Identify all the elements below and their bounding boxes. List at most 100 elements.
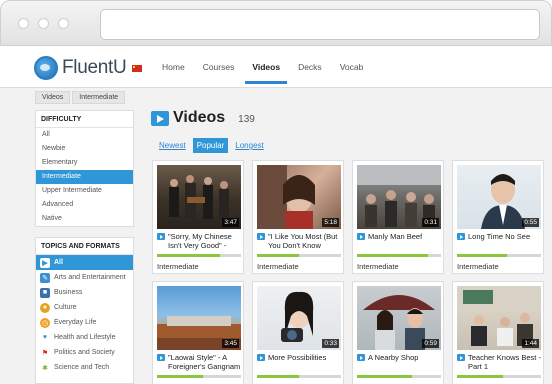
window-minimize-button[interactable] — [38, 18, 49, 29]
video-title[interactable]: A Nearby Shop — [368, 353, 418, 362]
globe-logo-icon — [34, 56, 58, 80]
topic-label: Business — [54, 289, 83, 296]
video-title[interactable]: More Possibilities — [268, 353, 326, 362]
difficulty-native[interactable]: Native — [36, 212, 133, 226]
topic-health[interactable]: ♥ Health and Lifestyle — [36, 330, 133, 345]
video-progress-fill — [357, 375, 412, 378]
video-duration: 5:18 — [322, 218, 339, 227]
difficulty-intermediate[interactable]: Intermediate — [36, 170, 133, 184]
topic-label: Everyday Life — [54, 319, 97, 326]
video-progress-fill — [157, 254, 220, 257]
video-progress-bar — [457, 375, 541, 378]
topic-label: Health and Lifestyle — [54, 334, 116, 341]
sort-tabs: Newest Popular Longest — [155, 138, 271, 153]
video-thumbnail[interactable]: 0:59 — [357, 286, 441, 350]
video-type-icon — [457, 233, 465, 240]
nav-videos[interactable]: Videos — [243, 46, 289, 88]
difficulty-advanced[interactable]: Advanced — [36, 198, 133, 212]
video-title[interactable]: "I Like You Most (But You Don't Know — [268, 232, 343, 250]
window-close-button[interactable] — [18, 18, 29, 29]
video-card[interactable]: 5:18 "I Like You Most (But You Don't Kno… — [252, 160, 344, 274]
video-thumbnail[interactable]: 0:31 — [357, 165, 441, 229]
video-level: Intermediate — [357, 262, 399, 271]
video-title[interactable]: "Sorry, My Chinese Isn't Very Good" - — [168, 232, 243, 250]
topic-culture[interactable]: ● Culture — [36, 300, 133, 315]
video-card[interactable]: 1:44 Teacher Knows Best - Part 1 — [452, 281, 544, 384]
nav-home[interactable]: Home — [153, 46, 194, 88]
video-level: Intermediate — [257, 262, 299, 271]
sort-popular[interactable]: Popular — [192, 138, 229, 153]
video-thumbnail[interactable]: 0:55 — [457, 165, 541, 229]
video-title[interactable]: "Laowai Style" - A Foreigner's Gangnam — [168, 353, 243, 371]
topic-everyday-life[interactable]: ◷ Everyday Life — [36, 315, 133, 330]
page-title: Videos 139 — [151, 109, 255, 127]
video-progress-bar — [357, 375, 441, 378]
difficulty-filter: DIFFICULTY All Newbie Elementary Interme… — [35, 110, 134, 227]
video-duration: 0:33 — [322, 339, 339, 348]
address-bar[interactable] — [100, 9, 540, 40]
topic-science[interactable]: ✱ Science and Tech — [36, 360, 133, 375]
video-progress-bar — [257, 254, 341, 257]
main-nav: Home Courses Videos Decks Vocab — [153, 46, 372, 88]
breadcrumb-videos[interactable]: Videos — [35, 91, 71, 104]
difficulty-upper-intermediate[interactable]: Upper Intermediate — [36, 184, 133, 198]
topic-label: Arts and Entertainment — [54, 274, 126, 281]
video-thumbnail[interactable]: 5:18 — [257, 165, 341, 229]
video-duration: 0:59 — [422, 339, 439, 348]
video-thumbnail[interactable]: 3:47 — [157, 165, 241, 229]
video-title[interactable]: Manly Man Beef — [368, 232, 422, 241]
topic-business[interactable]: ■ Business — [36, 285, 133, 300]
video-title[interactable]: Teacher Knows Best - Part 1 — [468, 353, 543, 371]
sort-newest[interactable]: Newest — [155, 138, 190, 153]
video-card[interactable]: 3:45 "Laowai Style" - A Foreigner's Gang… — [152, 281, 244, 384]
video-title[interactable]: Long Time No See — [468, 232, 530, 241]
browser-chrome — [0, 0, 552, 46]
video-card[interactable]: 0:55 Long Time No See Intermediate — [452, 160, 544, 274]
video-progress-bar — [257, 375, 341, 378]
video-progress-bar — [457, 254, 541, 257]
difficulty-elementary[interactable]: Elementary — [36, 156, 133, 170]
nav-courses[interactable]: Courses — [194, 46, 244, 88]
video-type-icon — [157, 354, 165, 361]
topic-politics[interactable]: ⚑ Politics and Society — [36, 345, 133, 360]
difficulty-title: DIFFICULTY — [36, 111, 133, 128]
topic-label: Culture — [54, 304, 77, 311]
video-count: 139 — [238, 114, 255, 125]
video-progress-bar — [157, 375, 241, 378]
topic-label: All — [54, 259, 63, 266]
clock-icon: ◷ — [40, 317, 50, 328]
topic-all[interactable]: ▶ All — [36, 255, 133, 270]
logo[interactable]: FluentU — [34, 56, 127, 80]
video-thumbnail[interactable]: 1:44 — [457, 286, 541, 350]
video-thumbnail[interactable]: 3:45 — [157, 286, 241, 350]
difficulty-newbie[interactable]: Newbie — [36, 142, 133, 156]
video-card[interactable]: 0:31 Manly Man Beef Intermediate — [352, 160, 444, 274]
video-card[interactable]: 0:33 More Possibilities — [252, 281, 344, 384]
palette-icon: ✎ — [40, 272, 50, 283]
logo-text: FluentU — [62, 57, 127, 78]
video-progress-bar — [157, 254, 241, 257]
video-card[interactable]: 0:59 A Nearby Shop — [352, 281, 444, 384]
difficulty-all[interactable]: All — [36, 128, 133, 142]
topic-arts[interactable]: ✎ Arts and Entertainment — [36, 270, 133, 285]
window-maximize-button[interactable] — [58, 18, 69, 29]
video-progress-fill — [257, 375, 299, 378]
video-duration: 3:47 — [222, 218, 239, 227]
app-header: FluentU Home Courses Videos Decks Vocab — [0, 46, 552, 88]
video-level: Intermediate — [457, 262, 499, 271]
video-thumbnail[interactable]: 0:33 — [257, 286, 341, 350]
video-duration: 1:44 — [522, 339, 539, 348]
video-progress-fill — [457, 254, 508, 257]
page-title-text: Videos — [173, 109, 226, 126]
video-duration: 0:31 — [422, 218, 439, 227]
video-type-icon — [457, 354, 465, 361]
video-card[interactable]: 3:47 "Sorry, My Chinese Isn't Very Good"… — [152, 160, 244, 274]
video-duration: 0:55 — [522, 218, 539, 227]
nav-vocab[interactable]: Vocab — [331, 46, 373, 88]
nav-decks[interactable]: Decks — [289, 46, 331, 88]
china-flag-icon[interactable] — [132, 65, 142, 72]
topic-label: Politics and Society — [54, 349, 115, 356]
breadcrumb-intermediate[interactable]: Intermediate — [72, 91, 126, 104]
breadcrumb: Videos Intermediate — [35, 91, 127, 104]
sort-longest[interactable]: Longest — [231, 138, 267, 153]
